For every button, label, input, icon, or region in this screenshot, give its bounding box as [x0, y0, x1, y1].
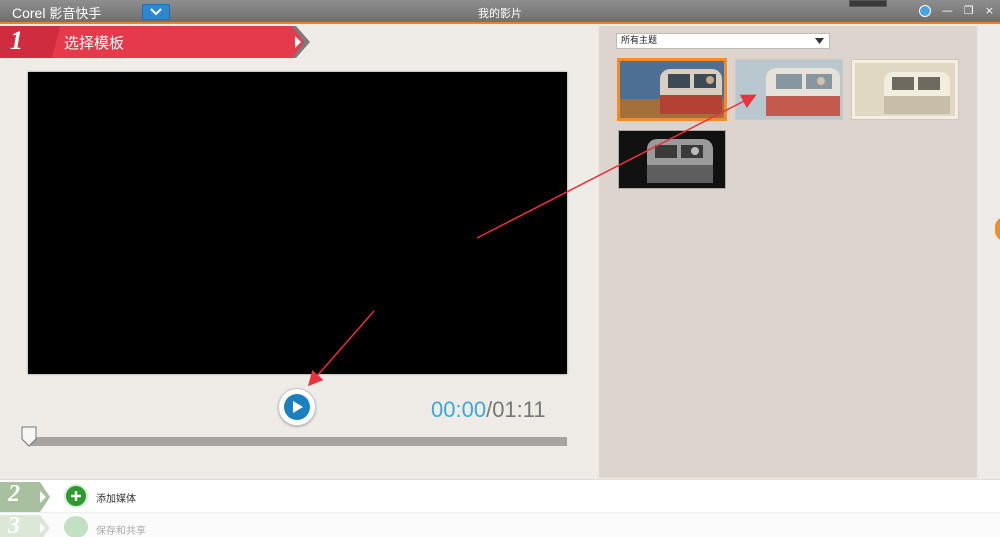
- total-time: 01:11: [492, 397, 546, 422]
- scrubber-handle[interactable]: [20, 426, 38, 448]
- step-3-label: 保存和共享: [96, 526, 146, 537]
- theme-thumbnail-4-image: [619, 131, 725, 188]
- plus-icon: [71, 491, 81, 501]
- step-1-number: 1: [10, 26, 23, 55]
- minimize-icon[interactable]: —: [942, 4, 953, 18]
- close-icon[interactable]: ×: [985, 4, 994, 18]
- play-icon: [293, 401, 303, 413]
- theme-thumbnail-4[interactable]: [618, 130, 726, 189]
- step-1-header[interactable]: 1 选择模板: [0, 26, 312, 58]
- video-preview[interactable]: [28, 72, 567, 374]
- globe-icon[interactable]: [918, 5, 931, 17]
- step-1-label: 选择模板: [64, 34, 125, 52]
- play-button[interactable]: [278, 388, 316, 426]
- restore-icon[interactable]: ❐: [964, 4, 974, 18]
- step-1-banner: [0, 26, 310, 58]
- scrubber-track[interactable]: [28, 437, 567, 446]
- theme-thumbnail-3-image: [852, 60, 958, 119]
- theme-thumbnail-2[interactable]: [735, 59, 843, 120]
- current-time: 00:00: [431, 397, 487, 422]
- play-icon-circle: [284, 394, 310, 420]
- theme-thumbnail-3[interactable]: [851, 59, 959, 120]
- side-strip: [977, 26, 1000, 478]
- title-bar: Corel 影音快手 我的影片 — ❐ ×: [0, 0, 1000, 24]
- step-2-number: 2: [8, 481, 20, 507]
- theme-filter-select[interactable]: 所有主题: [616, 33, 830, 49]
- project-name: 我的影片: [478, 7, 522, 20]
- theme-thumbnail-1-image: [620, 61, 724, 118]
- step-3-row[interactable]: 3 保存和共享: [0, 512, 1000, 537]
- step-3-number: 3: [8, 513, 20, 537]
- step-2-row[interactable]: 2 添加媒体: [0, 479, 1000, 512]
- window-controls: — ❐ ×: [918, 4, 994, 18]
- theme-thumbnail-1[interactable]: [617, 58, 727, 121]
- time-display: 00:00/01:11: [431, 397, 546, 423]
- dropdown-arrow-icon: [815, 38, 824, 44]
- step-2-label: 添加媒体: [96, 494, 136, 505]
- share-icon[interactable]: [64, 516, 88, 537]
- theme-thumbnail-2-image: [736, 60, 842, 119]
- toolbar-handle[interactable]: [849, 0, 887, 7]
- add-media-icon[interactable]: [64, 484, 88, 508]
- theme-filter-value: 所有主题: [621, 36, 658, 46]
